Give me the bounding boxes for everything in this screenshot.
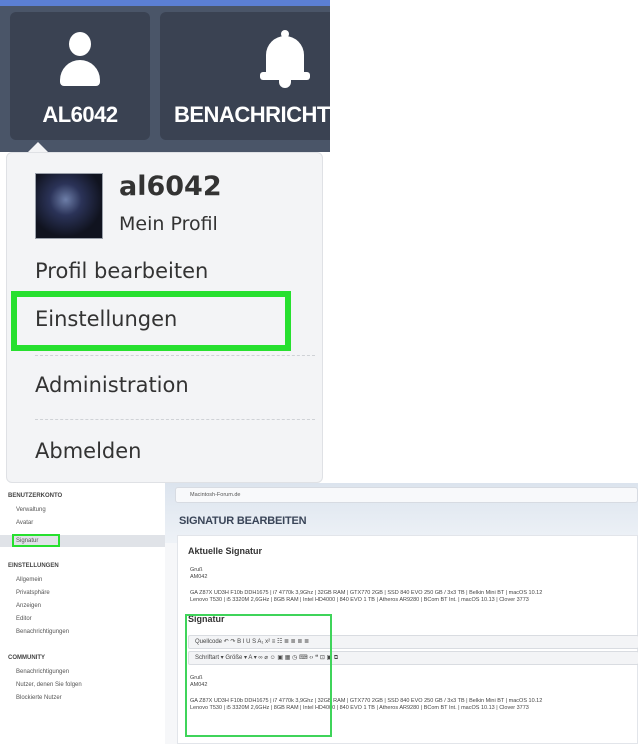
- menu-item-settings[interactable]: Einstellungen: [35, 307, 177, 331]
- menu-item-administration[interactable]: Administration: [35, 373, 189, 397]
- sidebar-item-following[interactable]: Nutzer, denen Sie folgen: [16, 682, 82, 688]
- sidebar-item-notifications[interactable]: Benachrichtigungen: [16, 629, 69, 635]
- highlight-box: [12, 534, 60, 547]
- current-signature-line: AM042: [190, 574, 208, 580]
- sidebar-item-editor[interactable]: Editor: [16, 616, 32, 622]
- user-tab[interactable]: AL6042: [10, 12, 150, 140]
- user-dropdown-menu: al6042 Mein Profil Profil bearbeiten Ein…: [6, 152, 323, 483]
- notifications-tab[interactable]: BENACHRICHTIGU: [160, 12, 330, 140]
- breadcrumb-home-link[interactable]: Macintosh-Forum.de: [190, 492, 240, 498]
- settings-main: Macintosh-Forum.de SIGNATUR BEARBEITEN A…: [165, 483, 638, 744]
- sidebar-heading-community: COMMUNITY: [8, 655, 45, 661]
- menu-item-logout[interactable]: Abmelden: [35, 439, 141, 463]
- page-title: SIGNATUR BEARBEITEN: [179, 515, 307, 527]
- sidebar-item-community-notifications[interactable]: Benachrichtigungen: [16, 669, 69, 675]
- tab-bar-accent-line: [0, 0, 330, 6]
- user-icon: [60, 32, 100, 88]
- settings-sidebar: BENUTZERKONTO Verwaltung Avatar Signatur…: [0, 483, 165, 744]
- sidebar-item-display[interactable]: Anzeigen: [16, 603, 41, 609]
- screenshot-root: AL6042 BENACHRICHTIGU al6042 Mein Profil…: [0, 0, 638, 744]
- breadcrumb: Macintosh-Forum.de: [175, 487, 638, 503]
- highlight-box: [185, 614, 332, 737]
- menu-item-edit-profile[interactable]: Profil bearbeiten: [35, 259, 208, 283]
- sidebar-heading-account: BENUTZERKONTO: [8, 493, 63, 499]
- current-signature-line: Lenovo T530 | i5 3320M 2,6GHz | 8GB RAM …: [190, 597, 529, 603]
- sidebar-item-avatar[interactable]: Avatar: [16, 520, 33, 526]
- current-signature-line: GA Z87X UD3H F10b DDH1675 | i7 4770k 3,9…: [190, 590, 543, 596]
- settings-page-screenshot: BENUTZERKONTO Verwaltung Avatar Signatur…: [0, 483, 638, 744]
- sidebar-item-management[interactable]: Verwaltung: [16, 507, 46, 513]
- current-signature-heading: Aktuelle Signatur: [188, 546, 263, 556]
- user-tab-label: AL6042: [42, 102, 118, 127]
- menu-divider: [35, 355, 315, 356]
- current-signature-line: Gruß: [190, 567, 203, 573]
- menu-divider: [35, 419, 315, 420]
- user-menu-screenshot: AL6042 BENACHRICHTIGU al6042 Mein Profil…: [0, 0, 638, 483]
- avatar[interactable]: [35, 173, 103, 239]
- sidebar-item-privacy[interactable]: Privatsphäre: [16, 590, 50, 596]
- sidebar-heading-settings: EINSTELLUNGEN: [8, 563, 59, 569]
- sidebar-item-blocked-users[interactable]: Blockierte Nutzer: [16, 695, 62, 701]
- my-profile-link[interactable]: Mein Profil: [119, 213, 218, 235]
- notifications-tab-label: BENACHRICHTIGU: [174, 102, 330, 127]
- profile-username[interactable]: al6042: [119, 171, 222, 202]
- navigation-tab-bar: AL6042 BENACHRICHTIGU: [0, 0, 330, 152]
- bell-icon: [260, 30, 310, 90]
- sidebar-item-general[interactable]: Allgemein: [16, 577, 42, 583]
